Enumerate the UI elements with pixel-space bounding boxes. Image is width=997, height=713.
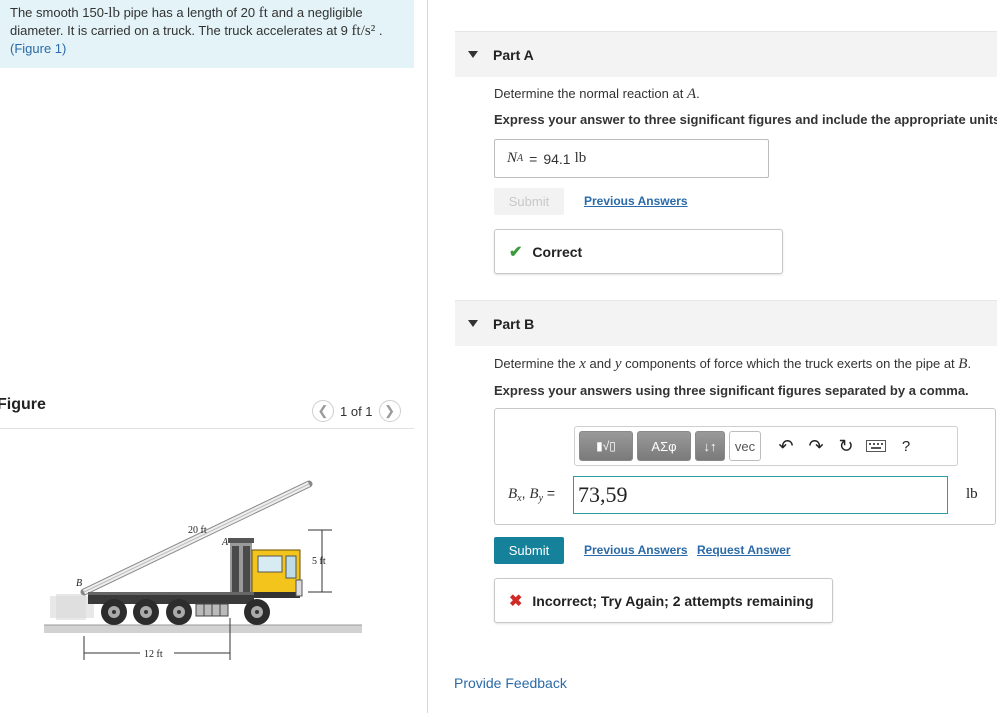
- answer-symbol: N: [507, 150, 518, 166]
- undo-icon[interactable]: ↶: [773, 431, 799, 461]
- part-a-answer-field: NA = 94.1 lb: [494, 139, 769, 178]
- label-symbol: B: [529, 486, 539, 502]
- label-equals: =: [543, 485, 556, 501]
- cross-icon: ✖: [509, 592, 523, 610]
- part-a-title: Part A: [493, 46, 534, 63]
- truck-figure: 5 ft 20 ft A B 12 ft: [44, 480, 362, 660]
- right-pane: Part A Determine the normal reaction at …: [429, 0, 997, 713]
- math-toolbar: ▮√▯ ΑΣφ ↓↑ vec ↶ ↷ ↻ ?: [574, 426, 958, 466]
- label-length: 20 ft: [188, 525, 207, 536]
- part-b-feedback: ✖ Incorrect; Try Again; 2 attempts remai…: [494, 578, 833, 623]
- keyboard-icon[interactable]: [863, 431, 889, 461]
- part-b-answer-label: Bx, By =: [508, 485, 555, 504]
- question-text: .: [967, 356, 972, 371]
- figure-link[interactable]: (Figure 1): [10, 41, 66, 56]
- problem-statement: The smooth 150-lb pipe has a length of 2…: [0, 0, 414, 68]
- reset-icon[interactable]: ↻: [833, 431, 859, 461]
- templates-button[interactable]: ▮√▯: [579, 431, 633, 461]
- part-b-header[interactable]: Part B: [455, 300, 997, 346]
- headache-rack: [228, 538, 254, 592]
- question-var: x: [579, 356, 586, 372]
- part-b-title: Part B: [493, 315, 535, 332]
- arrows-button[interactable]: ↓↑: [695, 431, 725, 461]
- part-b-instruction: Express your answers using three signifi…: [494, 383, 969, 398]
- problem-text: The smooth 150-: [10, 5, 109, 20]
- unit-acceleration: ft/s²: [351, 23, 376, 39]
- figure-title: Figure: [0, 396, 46, 413]
- part-b-math-input[interactable]: 73,59: [573, 476, 948, 514]
- problem-text: pipe has a length of 20: [119, 5, 259, 20]
- caret-down-icon: [468, 51, 478, 58]
- unit-ft: ft: [258, 5, 268, 21]
- chevron-left-icon[interactable]: ❮: [312, 400, 334, 422]
- vec-button[interactable]: vec: [729, 431, 761, 461]
- answer-subscript: A: [517, 153, 524, 164]
- part-b-previous-answers-link[interactable]: Previous Answers: [584, 543, 688, 557]
- label-base: 12 ft: [144, 649, 163, 660]
- left-pane: The smooth 150-lb pipe has a length of 2…: [0, 0, 428, 713]
- answer-unit: lb: [574, 150, 587, 166]
- answer-value: 94.1: [543, 150, 571, 167]
- label-point-a: A: [221, 537, 229, 548]
- problem-text: .: [375, 23, 383, 38]
- label-height: 5 ft: [312, 556, 326, 567]
- part-a-instruction: Express your answer to three significant…: [494, 112, 997, 127]
- answer-equals: =: [529, 150, 538, 167]
- label-point-b: B: [76, 578, 82, 589]
- question-text: Determine the: [494, 356, 580, 371]
- provide-feedback-link[interactable]: Provide Feedback: [454, 675, 567, 691]
- part-b-answer-editor: ▮√▯ ΑΣφ ↓↑ vec ↶ ↷ ↻ ? Bx, By = 73,59 lb: [494, 408, 996, 525]
- ground: [44, 625, 362, 633]
- question-text: components of force which the truck exer…: [621, 356, 959, 371]
- question-text: Determine the normal reaction at: [494, 86, 687, 101]
- part-a-header[interactable]: Part A: [455, 31, 997, 77]
- part-b-unit: lb: [966, 486, 978, 502]
- question-var: A: [686, 86, 697, 102]
- part-b-submit-button[interactable]: Submit: [494, 537, 564, 564]
- feedback-text: Incorrect; Try Again; 2 attempts remaini…: [532, 592, 814, 609]
- greek-button[interactable]: ΑΣφ: [637, 431, 691, 461]
- question-var: y: [614, 356, 622, 372]
- label-symbol: B: [508, 486, 518, 502]
- figure-divider: [0, 428, 414, 429]
- unit-lb: lb: [108, 5, 120, 21]
- question-text: and: [585, 356, 615, 371]
- part-a-question: Determine the normal reaction at A.: [494, 86, 700, 103]
- request-answer-link[interactable]: Request Answer: [697, 543, 791, 557]
- part-a-previous-answers-link[interactable]: Previous Answers: [584, 194, 688, 208]
- checkmark-icon: ✔: [509, 243, 523, 261]
- truck-cab: [251, 549, 303, 598]
- feedback-text: Correct: [532, 243, 583, 260]
- question-text: .: [696, 86, 700, 101]
- pager-text: 1 of 1: [340, 403, 373, 419]
- redo-icon[interactable]: ↷: [803, 431, 829, 461]
- help-button[interactable]: ?: [893, 431, 919, 461]
- part-b-question: Determine the x and y components of forc…: [494, 356, 971, 373]
- figure-pager: ❮ 1 of 1 ❯: [312, 399, 401, 423]
- part-a-feedback: ✔ Correct: [494, 229, 783, 274]
- chevron-right-icon[interactable]: ❯: [378, 400, 401, 422]
- part-a-submit-button[interactable]: Submit: [494, 188, 564, 215]
- caret-down-icon: [468, 320, 478, 327]
